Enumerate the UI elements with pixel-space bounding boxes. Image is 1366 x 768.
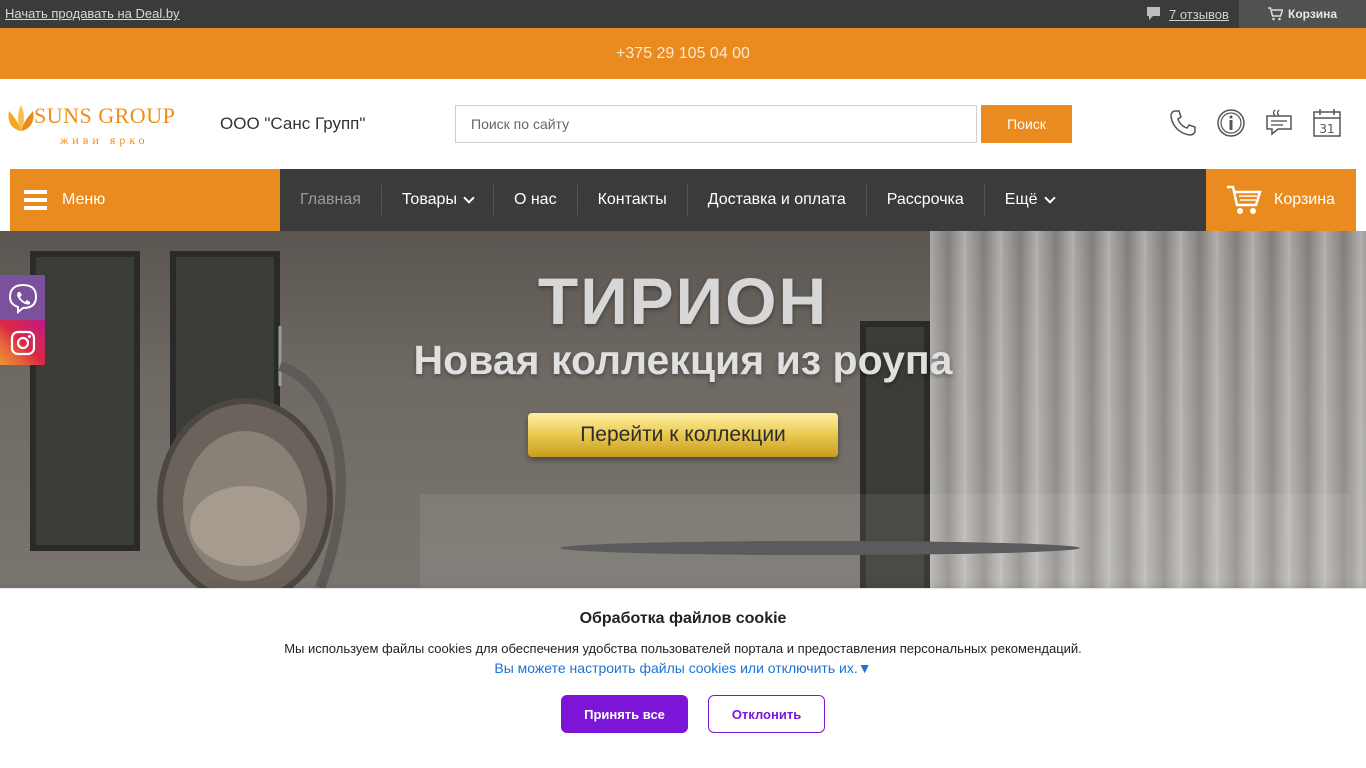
- cookie-banner: Обработка файлов cookie Мы используем фа…: [0, 588, 1366, 768]
- main-nav: Меню Главная Товары О нас Контакты Доста…: [0, 169, 1366, 231]
- cookie-text: Мы используем файлы cookies для обеспече…: [284, 641, 1082, 656]
- nav-item-label: Рассрочка: [886, 191, 964, 208]
- cart-icon: [1268, 7, 1283, 21]
- decline-button[interactable]: Отклонить: [708, 695, 825, 733]
- banner-subtitle: Новая коллекция из роупа: [413, 337, 953, 383]
- logo-brand: SUNS GROUP: [34, 103, 176, 128]
- banner-cta-button[interactable]: Перейти к коллекции: [528, 413, 838, 457]
- sun-logo-icon: [8, 105, 34, 131]
- site-header: SUNS GROUP живи ярко ООО "Санс Групп" По…: [0, 79, 1366, 169]
- cart-label: Корзина: [1274, 191, 1335, 208]
- start-selling-link[interactable]: Начать продавать на Deal.by: [5, 6, 180, 21]
- instagram-button[interactable]: [0, 320, 45, 365]
- viber-icon: [8, 283, 37, 314]
- nav-item-label: О нас: [513, 191, 557, 208]
- banner-title: ТИРИОН: [537, 264, 829, 338]
- menu-label: Меню: [62, 191, 106, 208]
- search-button[interactable]: Поиск: [981, 105, 1072, 143]
- chat-icon[interactable]: [1264, 108, 1294, 138]
- nav-item-contacts[interactable]: Контакты: [578, 185, 688, 215]
- nav-item-label: Контакты: [597, 191, 667, 208]
- company-name: ООО "Санс Групп": [220, 114, 366, 133]
- instagram-icon: [10, 330, 35, 355]
- phone-bar: +375 29 105 04 00: [0, 28, 1366, 79]
- top-cart-button[interactable]: Корзина: [1239, 0, 1366, 28]
- cart-icon: [1227, 185, 1262, 214]
- top-cart-label: Корзина: [1288, 7, 1338, 21]
- top-bar: Начать продавать на Deal.by 7 отзывов Ко…: [0, 0, 1366, 28]
- hero-banner[interactable]: ТИРИОН Новая коллекция из роупа Перейти …: [0, 231, 1366, 588]
- chevron-down-icon: [1043, 192, 1056, 204]
- logo-slogan: живи ярко: [60, 133, 149, 147]
- nav-item-more[interactable]: Ещё: [985, 185, 1074, 215]
- search-input[interactable]: [455, 105, 977, 143]
- cookie-settings-link[interactable]: Вы можете настроить файлы cookies или от…: [0, 660, 1366, 676]
- calendar-icon[interactable]: 31: [1312, 108, 1342, 138]
- nav-item-about[interactable]: О нас: [494, 185, 578, 215]
- nav-item-label: Товары: [401, 191, 457, 208]
- cart-button[interactable]: Корзина: [1206, 169, 1356, 231]
- comment-icon: [1147, 7, 1160, 20]
- phone-number[interactable]: +375 29 105 04 00: [616, 45, 750, 63]
- phone-icon[interactable]: [1168, 108, 1198, 138]
- viber-button[interactable]: [0, 275, 45, 320]
- menu-button[interactable]: Меню: [10, 169, 280, 231]
- svg-text:31: 31: [1319, 122, 1334, 136]
- reviews-block[interactable]: 7 отзывов: [1146, 6, 1229, 22]
- nav-item-label: Ещё: [1004, 191, 1038, 208]
- reviews-link[interactable]: 7 отзывов: [1169, 7, 1229, 22]
- nav-item-home[interactable]: Главная: [280, 185, 382, 215]
- table-decor: [560, 541, 1080, 555]
- info-icon[interactable]: [1216, 108, 1246, 138]
- nav-item-products[interactable]: Товары: [382, 185, 494, 215]
- nav-item-label: Доставка и оплата: [707, 191, 846, 208]
- accept-all-button[interactable]: Принять все: [561, 695, 688, 733]
- nav-item-delivery[interactable]: Доставка и оплата: [688, 185, 867, 215]
- nav-item-label: Главная: [300, 191, 361, 208]
- cookie-title: Обработка файлов cookie: [579, 610, 787, 627]
- hamburger-icon: [24, 190, 47, 210]
- chevron-down-icon: [463, 192, 475, 204]
- nav-bar: Главная Товары О нас Контакты Доставка и…: [280, 169, 1206, 231]
- nav-item-installment[interactable]: Рассрочка: [867, 185, 985, 215]
- logo[interactable]: SUNS GROUP живи ярко: [6, 101, 206, 149]
